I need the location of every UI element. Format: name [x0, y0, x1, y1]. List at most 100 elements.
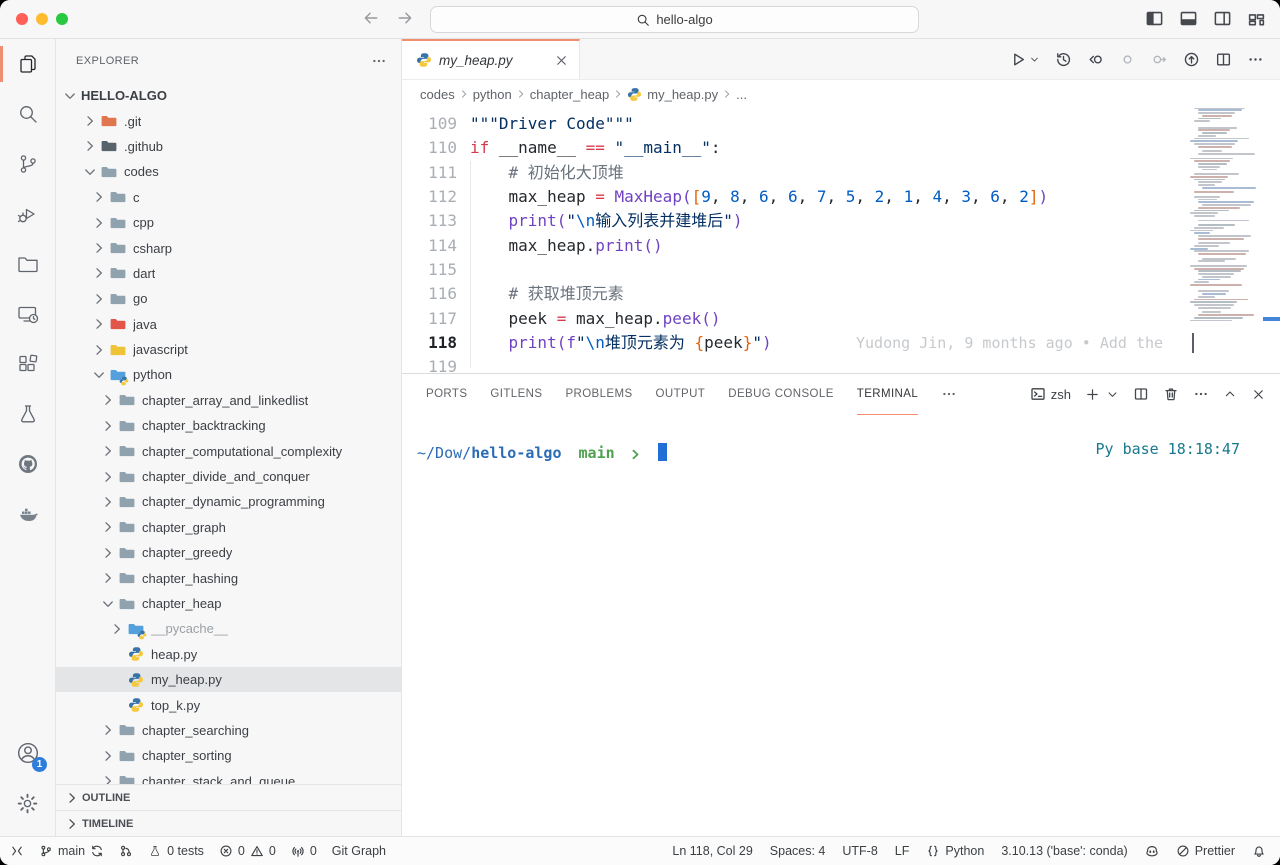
file-history-button[interactable]: [1055, 51, 1072, 68]
activity-item-source-control[interactable]: [0, 139, 55, 189]
minimap[interactable]: [1190, 108, 1262, 342]
command-center-search[interactable]: hello-algo: [430, 6, 919, 33]
activity-item-testing[interactable]: [0, 389, 55, 439]
activity-item-remote-explorer[interactable]: [0, 289, 55, 339]
split-editor-button[interactable]: [1215, 51, 1232, 68]
language-mode[interactable]: Python: [926, 844, 984, 858]
outline-section[interactable]: OUTLINE: [56, 784, 401, 810]
navigate-forward-icon[interactable]: [396, 9, 414, 27]
git-graph-label[interactable]: Git Graph: [332, 844, 386, 858]
cursor-position[interactable]: Ln 118, Col 29: [672, 844, 752, 858]
toggle-sidebar-icon[interactable]: [1145, 9, 1164, 28]
panel-more-actions-icon[interactable]: [1193, 386, 1209, 402]
split-terminal-icon[interactable]: [1133, 386, 1149, 402]
zoom-window-button[interactable]: [56, 13, 68, 25]
prettier-status[interactable]: Prettier: [1176, 844, 1235, 858]
tree-item-cpp[interactable]: cpp: [56, 210, 401, 235]
terminal[interactable]: ~/Dow/hello-algo main Py base 18:18:47: [402, 414, 1280, 836]
tree-item-python[interactable]: python: [56, 362, 401, 387]
tree-item-heap-py[interactable]: heap.py: [56, 642, 401, 667]
tests-status[interactable]: 0 tests: [148, 844, 204, 858]
tree-root[interactable]: HELLO-ALGO: [56, 83, 401, 108]
tree-item-my-heap-py[interactable]: my_heap.py: [56, 667, 401, 692]
customize-layout-icon[interactable]: [1247, 9, 1266, 28]
tree-item--pycache-[interactable]: __pycache__: [56, 616, 401, 641]
kill-terminal-icon[interactable]: [1163, 386, 1179, 402]
explorer-more-actions-icon[interactable]: [371, 53, 387, 69]
ports-status[interactable]: 0: [291, 844, 317, 858]
tree-item-codes[interactable]: codes: [56, 159, 401, 184]
git-graph-button[interactable]: [119, 844, 133, 858]
minimize-window-button[interactable]: [36, 13, 48, 25]
tree-item-javascript[interactable]: javascript: [56, 337, 401, 362]
tree-item-chapter-backtracking[interactable]: chapter_backtracking: [56, 413, 401, 438]
more-actions-button[interactable]: [1247, 51, 1264, 68]
navigate-back-icon[interactable]: [362, 9, 380, 27]
close-panel-icon[interactable]: [1251, 387, 1266, 402]
tree-item--github[interactable]: .github: [56, 134, 401, 159]
problems-status[interactable]: 00: [219, 844, 276, 858]
panel-tab-output[interactable]: OUTPUT: [656, 374, 706, 415]
tree-item-chapter-dynamic-programming[interactable]: chapter_dynamic_programming: [56, 489, 401, 514]
breadcrumb-item-chapter-heap[interactable]: chapter_heap: [530, 87, 610, 102]
tree-item-chapter-graph[interactable]: chapter_graph: [56, 515, 401, 540]
activity-item-run-debug[interactable]: [0, 189, 55, 239]
panel-tab-problems[interactable]: PROBLEMS: [565, 374, 632, 415]
panel-tab-terminal[interactable]: TERMINAL: [857, 374, 918, 415]
toggle-secondary-sidebar-icon[interactable]: [1213, 9, 1232, 28]
copilot-status[interactable]: [1145, 844, 1159, 858]
notifications[interactable]: [1252, 844, 1266, 858]
tree-item-chapter-array-and-linkedlist[interactable]: chapter_array_and_linkedlist: [56, 388, 401, 413]
tree-item-chapter-hashing[interactable]: chapter_hashing: [56, 565, 401, 590]
indentation[interactable]: Spaces: 4: [770, 844, 826, 858]
tree-item-chapter-stack-and-queue[interactable]: chapter_stack_and_queue: [56, 769, 401, 784]
tree-item-java[interactable]: java: [56, 312, 401, 337]
terminal-profile[interactable]: zsh: [1030, 386, 1071, 402]
panel-more-tabs-icon[interactable]: [941, 386, 957, 402]
breadcrumb-item-python[interactable]: python: [473, 87, 512, 102]
toggle-panel-icon[interactable]: [1179, 9, 1198, 28]
open-on-remote-button[interactable]: [1183, 51, 1200, 68]
activity-item-github[interactable]: [0, 439, 55, 489]
breadcrumb-item--[interactable]: ...: [736, 87, 747, 102]
close-window-button[interactable]: [16, 13, 28, 25]
panel-tab-ports[interactable]: PORTS: [426, 374, 467, 415]
tree-item-chapter-computational-complexity[interactable]: chapter_computational_complexity: [56, 438, 401, 463]
maximize-panel-icon[interactable]: [1223, 387, 1237, 401]
next-change-button[interactable]: [1151, 51, 1168, 68]
tree-item-chapter-divide-and-conquer[interactable]: chapter_divide_and_conquer: [56, 464, 401, 489]
panel-tab-gitlens[interactable]: GITLENS: [490, 374, 542, 415]
timeline-section[interactable]: TIMELINE: [56, 810, 401, 836]
branch-status[interactable]: main: [39, 844, 104, 858]
encoding[interactable]: UTF-8: [842, 844, 877, 858]
activity-item-project-manager[interactable]: [0, 239, 55, 289]
tree-item-top-k-py[interactable]: top_k.py: [56, 692, 401, 717]
activity-item-extensions[interactable]: [0, 339, 55, 389]
close-tab-icon[interactable]: [554, 53, 569, 68]
tree-item-go[interactable]: go: [56, 286, 401, 311]
tree-item-chapter-heap[interactable]: chapter_heap: [56, 591, 401, 616]
accounts-button[interactable]: 1: [0, 728, 55, 778]
tree-item--git[interactable]: .git: [56, 108, 401, 133]
breadcrumb-item-my-heap-py[interactable]: my_heap.py: [627, 87, 718, 102]
activity-item-docker[interactable]: [0, 489, 55, 539]
eol[interactable]: LF: [895, 844, 910, 858]
new-terminal-icon[interactable]: [1085, 387, 1100, 402]
run-button[interactable]: [1010, 51, 1040, 68]
code-editor[interactable]: 109"""Driver Code"""110if __name__ == "_…: [402, 108, 1280, 373]
tab-my-heap[interactable]: my_heap.py: [402, 39, 580, 79]
panel-tab-debug-console[interactable]: DEBUG CONSOLE: [728, 374, 834, 415]
python-interpreter[interactable]: 3.10.13 ('base': conda): [1001, 844, 1127, 858]
previous-change-button[interactable]: [1119, 51, 1136, 68]
activity-item-search[interactable]: [0, 89, 55, 139]
settings-button[interactable]: [0, 778, 55, 828]
activity-item-explorer[interactable]: [0, 39, 55, 89]
breadcrumb-item-codes[interactable]: codes: [420, 87, 455, 102]
tree-item-c[interactable]: c: [56, 185, 401, 210]
remote-indicator[interactable]: [10, 844, 24, 858]
tree-item-chapter-sorting[interactable]: chapter_sorting: [56, 743, 401, 768]
tree-item-chapter-searching[interactable]: chapter_searching: [56, 718, 401, 743]
terminal-dropdown-icon[interactable]: [1106, 388, 1119, 401]
tree-item-csharp[interactable]: csharp: [56, 235, 401, 260]
tree-item-chapter-greedy[interactable]: chapter_greedy: [56, 540, 401, 565]
